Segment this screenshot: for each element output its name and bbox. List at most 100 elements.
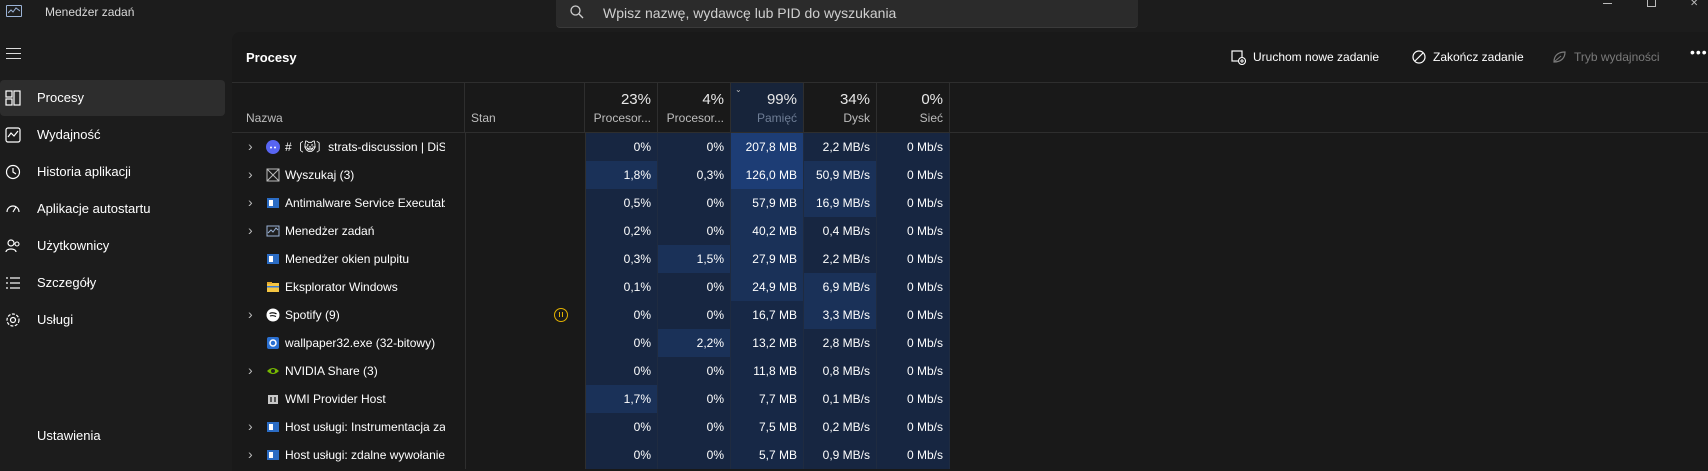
sidebar-item-details[interactable]: Szczegóły xyxy=(0,265,225,301)
column-header-network[interactable]: 0% Sieć xyxy=(877,83,950,132)
disk-column-label: Dysk xyxy=(843,111,870,125)
chevron-right-icon[interactable]: › xyxy=(248,166,253,182)
table-row[interactable]: wallpaper32.exe (32-bitowy) 0% 2,2% 13,2 MB… xyxy=(232,329,1708,357)
chevron-right-icon[interactable]: › xyxy=(248,138,253,154)
table-row[interactable]: › Wyszukaj (3) 1,8% 0,3% 126,0 MB 50,9 MB/s 0 … xyxy=(232,161,1708,189)
table-row[interactable]: Eksplorator Windows 0,1% 0% 24,9 MB 6,9 MB/s… xyxy=(232,273,1708,301)
gpu-cell: 0% xyxy=(658,217,731,245)
sort-descending-icon: ⌄ xyxy=(735,85,742,94)
sidebar-item-label: Usługi xyxy=(37,312,74,327)
mem-cell: 16,7 MB xyxy=(731,301,804,329)
service-host-icon xyxy=(267,450,279,460)
efficiency-mode-button[interactable]: Tryb wydajności xyxy=(1552,46,1660,68)
new-task-button[interactable]: Uruchom nowe zadanie xyxy=(1231,46,1379,68)
sidebar-item-settings[interactable]: Ustawienia xyxy=(0,418,225,454)
mem-cell: 40,2 MB xyxy=(731,217,804,245)
sidebar-item-services[interactable]: Usługi xyxy=(0,302,225,338)
net-cell: 0 Mb/s xyxy=(877,189,950,217)
memory-total-percent: 99% xyxy=(766,91,797,108)
sidebar-item-label: Ustawienia xyxy=(37,428,101,443)
process-name-cell: › Menedżer zadań xyxy=(232,217,446,245)
process-name-cell: Menedżer okien pulpitu xyxy=(232,245,446,273)
disk-cell: 2,2 MB/s xyxy=(804,245,877,273)
hamburger-menu-icon[interactable] xyxy=(6,48,21,63)
table-row[interactable]: › Antimalware Service Executable 0,5% 0% 57,… xyxy=(232,189,1708,217)
chevron-right-icon[interactable]: › xyxy=(248,418,253,434)
disk-cell: 0,1 MB/s xyxy=(804,385,877,413)
disk-cell: 2,2 MB/s xyxy=(804,133,877,161)
history-icon xyxy=(5,164,21,180)
process-name: Menedżer zadań xyxy=(285,224,375,238)
process-name-cell: › Wyszukaj (3) xyxy=(232,161,446,189)
chevron-right-icon[interactable]: › xyxy=(248,194,253,210)
table-row[interactable]: WMI Provider Host 1,7% 0% 7,7 MB 0,1 MB/s 0 M… xyxy=(232,385,1708,413)
table-row[interactable]: › Host usługi: zdalne wywołanie... 0% 0% 5,7… xyxy=(232,441,1708,469)
net-cell: 0 Mb/s xyxy=(877,245,950,273)
wallpaper-icon xyxy=(267,337,279,349)
task-manager-icon xyxy=(266,225,280,237)
cpu-cell: 0% xyxy=(585,441,658,469)
gpu-total-percent: 4% xyxy=(702,91,724,108)
close-button[interactable]: ✕ xyxy=(1690,0,1708,9)
sidebar-item-performance[interactable]: Wydajność xyxy=(0,117,225,153)
search-input[interactable]: Wpisz nazwę, wydawcę lub PID do wyszukan… xyxy=(556,0,1138,28)
net-cell: 0 Mb/s xyxy=(877,301,950,329)
table-row[interactable]: ›#〔😺〕strats-discussion | DiS | T...0%0%2… xyxy=(232,133,1708,161)
sidebar-item-app-history[interactable]: Historia aplikacji xyxy=(0,154,225,190)
process-name: #〔😺〕strats-discussion | DiS | T... xyxy=(285,140,445,154)
process-name: Eksplorator Windows xyxy=(285,280,398,294)
cpu-cell: 0% xyxy=(585,329,658,357)
maximize-button[interactable] xyxy=(1647,0,1656,7)
end-task-button[interactable]: Zakończ zadanie xyxy=(1412,46,1524,68)
nvidia-icon xyxy=(267,368,279,374)
sidebar-item-startup-apps[interactable]: Aplikacje autostartu xyxy=(0,191,225,227)
net-cell: 0 Mb/s xyxy=(877,133,950,161)
process-name: Antimalware Service Executable xyxy=(285,196,445,210)
cpu-cell: 0,2% xyxy=(585,217,658,245)
disk-cell: 2,8 MB/s xyxy=(804,329,877,357)
table-row[interactable]: › NVIDIA Share (3) 0% 0% 11,8 MB 0,8 MB/s 0 Mb… xyxy=(232,357,1708,385)
mem-cell: 207,8 MB xyxy=(731,133,804,161)
sidebar-item-users[interactable]: Użytkownicy xyxy=(0,228,225,264)
chevron-right-icon[interactable]: › xyxy=(248,362,253,378)
sidebar-item-label: Historia aplikacji xyxy=(37,164,131,179)
main-panel: Procesy Uruchom nowe zadanie Zakończ zad… xyxy=(232,32,1708,471)
new-task-icon xyxy=(1231,49,1246,65)
column-divider xyxy=(465,133,466,469)
table-row[interactable]: › Host usługi: Instrumentacja za... 0% 0% 7,… xyxy=(232,413,1708,441)
network-column-label: Sieć xyxy=(919,111,943,125)
table-row[interactable]: › Menedżer zadań 0,2% 0% 40,2 MB 0,4 MB/s 0 Mb… xyxy=(232,217,1708,245)
sidebar-item-label: Procesy xyxy=(37,90,84,105)
memory-column-label: Pamięć xyxy=(756,111,797,125)
table-row[interactable]: › Spotify (9) 0% 0% 16,7 MB 3,3 MB/s 0 Mb/s xyxy=(232,301,1708,329)
chevron-right-icon[interactable]: › xyxy=(248,306,253,322)
cpu-cell: 0,5% xyxy=(585,189,658,217)
column-header-memory[interactable]: ⌄ 99% Pamięć xyxy=(731,83,804,132)
sidebar-item-processes[interactable]: Procesy xyxy=(0,80,225,116)
process-name-cell: WMI Provider Host xyxy=(232,385,446,413)
new-task-label: Uruchom nowe zadanie xyxy=(1253,50,1380,64)
process-name: Wyszukaj (3) xyxy=(285,168,355,182)
gpu-cell: 0% xyxy=(658,273,731,301)
startup-icon xyxy=(6,205,20,213)
column-header-gpu[interactable]: 4% Procesor... xyxy=(658,83,731,132)
gpu-cell: 0% xyxy=(658,385,731,413)
chevron-right-icon[interactable]: › xyxy=(248,446,253,462)
column-header-disk[interactable]: 34% Dysk xyxy=(804,83,877,132)
disk-cell: 0,4 MB/s xyxy=(804,217,877,245)
app-title: Menedżer zadań xyxy=(45,5,135,19)
column-header-status[interactable]: Stan xyxy=(465,83,585,132)
task-manager-app-icon xyxy=(6,5,22,17)
sidebar-item-label: Wydajność xyxy=(37,127,101,142)
process-rows: ›#〔😺〕strats-discussion | DiS | T...0%0%2… xyxy=(232,133,1708,471)
chevron-right-icon[interactable]: › xyxy=(248,222,253,238)
gpu-cell: 1,5% xyxy=(658,245,731,273)
gpu-column-label: Procesor... xyxy=(666,111,724,125)
column-header-cpu[interactable]: 23% Procesor... xyxy=(585,83,658,132)
mem-cell: 7,7 MB xyxy=(731,385,804,413)
table-row[interactable]: Menedżer okien pulpitu 0,3% 1,5% 27,9 MB 2,2… xyxy=(232,245,1708,273)
net-cell: 0 Mb/s xyxy=(877,329,950,357)
column-header-name[interactable]: Nazwa xyxy=(232,83,465,132)
minimize-button[interactable] xyxy=(1603,3,1612,4)
more-options-icon[interactable]: ••• xyxy=(1690,44,1708,60)
